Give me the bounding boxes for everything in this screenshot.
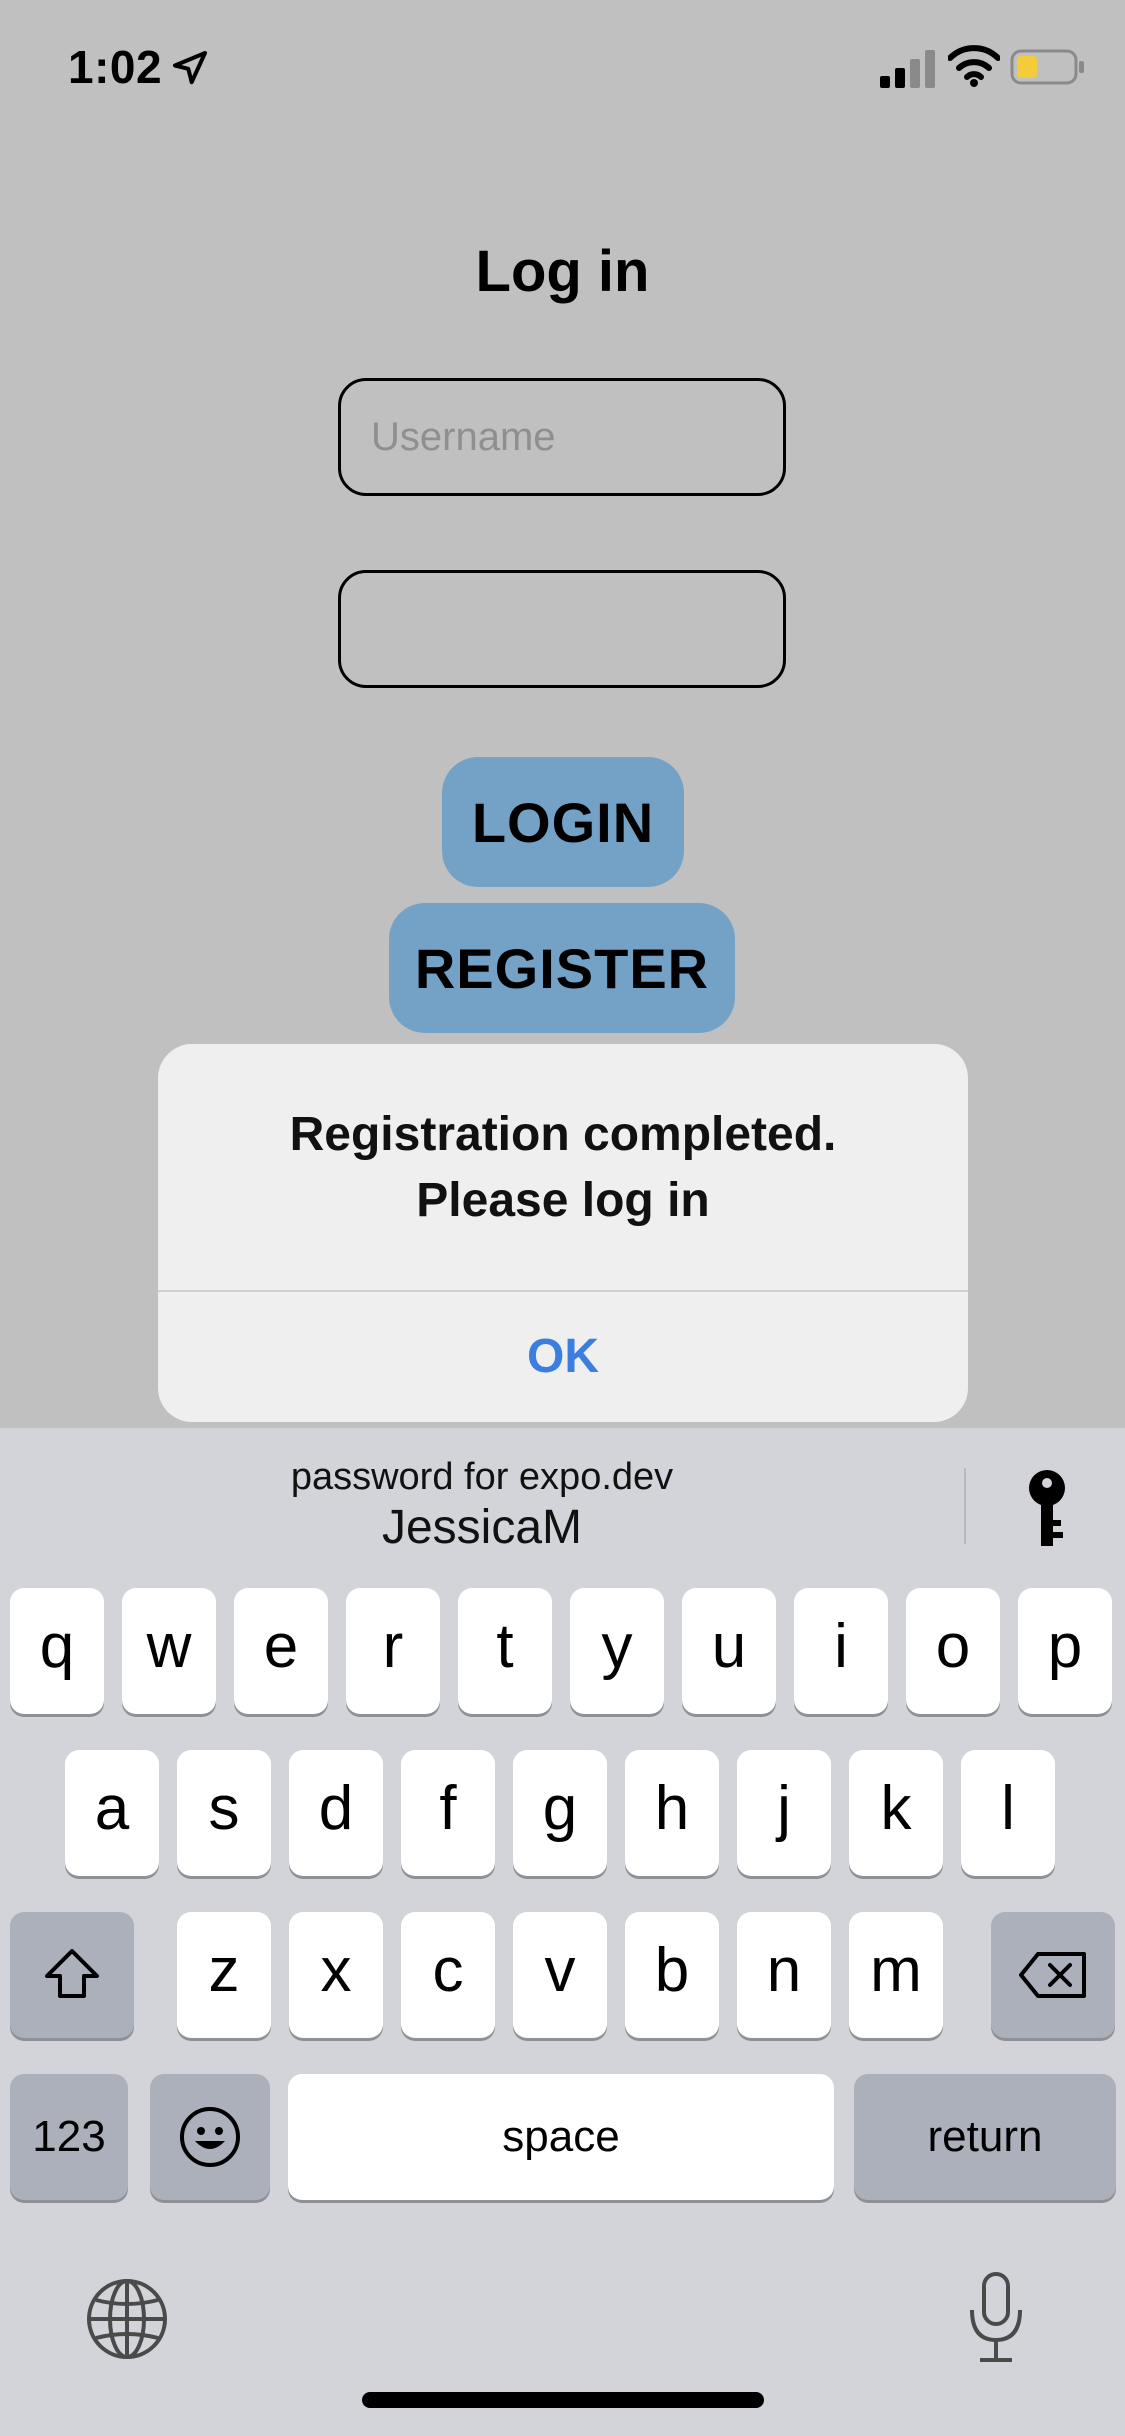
key-s[interactable]: s — [177, 1750, 271, 1876]
key-k[interactable]: k — [849, 1750, 943, 1876]
passwords-key-icon[interactable] — [1020, 1468, 1074, 1550]
key-r[interactable]: r — [346, 1588, 440, 1714]
key-z[interactable]: z — [177, 1912, 271, 2038]
key-l[interactable]: l — [961, 1750, 1055, 1876]
alert-message: Registration completed. Please log in — [158, 1102, 968, 1234]
key-h[interactable]: h — [625, 1750, 719, 1876]
cellular-signal-icon — [880, 50, 935, 88]
shift-icon — [45, 1949, 99, 1998]
password-input[interactable] — [338, 570, 786, 688]
globe-icon[interactable] — [84, 2276, 170, 2362]
key-d[interactable]: d — [289, 1750, 383, 1876]
key-u[interactable]: u — [682, 1588, 776, 1714]
suggestion-divider — [964, 1468, 966, 1544]
suggestion-username: JessicaM — [381, 1501, 583, 1554]
key-x[interactable]: x — [289, 1912, 383, 2038]
backspace-icon — [1019, 1952, 1086, 1998]
key-j[interactable]: j — [737, 1750, 831, 1876]
space-key[interactable]: space — [288, 2074, 834, 2200]
emoji-key[interactable] — [150, 2074, 270, 2200]
key-c[interactable]: c — [401, 1912, 495, 2038]
delete-key[interactable] — [991, 1912, 1115, 2038]
key-i[interactable]: i — [794, 1588, 888, 1714]
key-b[interactable]: b — [625, 1912, 719, 2038]
status-time: 1:02 — [68, 41, 163, 93]
status-bar: 1:02 — [0, 0, 1125, 140]
microphone-icon[interactable] — [966, 2270, 1026, 2366]
username-input[interactable] — [338, 378, 786, 496]
key-f[interactable]: f — [401, 1750, 495, 1876]
key-n[interactable]: n — [737, 1912, 831, 2038]
numbers-key[interactable]: 123 — [10, 2074, 128, 2200]
shift-key[interactable] — [10, 1912, 134, 2038]
location-arrow-icon — [173, 51, 207, 85]
return-key[interactable]: return — [854, 2074, 1116, 2200]
key-p[interactable]: p — [1018, 1588, 1112, 1714]
suggestion-subtitle: password for expo.dev — [290, 1456, 674, 1498]
home-indicator[interactable] — [362, 2392, 764, 2408]
keyboard: password for expo.dev JessicaM q w e r t… — [0, 1428, 1125, 2436]
key-v[interactable]: v — [513, 1912, 607, 2038]
password-autofill-suggestion[interactable]: password for expo.dev JessicaM — [0, 1428, 1125, 1578]
page-title: Log in — [475, 239, 650, 304]
key-g[interactable]: g — [513, 1750, 607, 1876]
registration-alert: Registration completed. Please log in OK — [158, 1044, 968, 1422]
key-o[interactable]: o — [906, 1588, 1000, 1714]
key-a[interactable]: a — [65, 1750, 159, 1876]
key-y[interactable]: y — [570, 1588, 664, 1714]
emoji-icon — [180, 2107, 240, 2167]
alert-ok-button[interactable]: OK — [158, 1292, 968, 1422]
alert-message-line-2: Please log in — [416, 1174, 710, 1227]
key-w[interactable]: w — [122, 1588, 216, 1714]
key-e[interactable]: e — [234, 1588, 328, 1714]
key-q[interactable]: q — [10, 1588, 104, 1714]
wifi-icon — [948, 45, 1000, 87]
register-button[interactable]: REGISTER — [389, 903, 735, 1033]
key-m[interactable]: m — [849, 1912, 943, 2038]
key-t[interactable]: t — [458, 1588, 552, 1714]
battery-icon — [1010, 49, 1084, 85]
login-button[interactable]: LOGIN — [442, 757, 684, 887]
alert-message-line-1: Registration completed. — [289, 1108, 837, 1161]
